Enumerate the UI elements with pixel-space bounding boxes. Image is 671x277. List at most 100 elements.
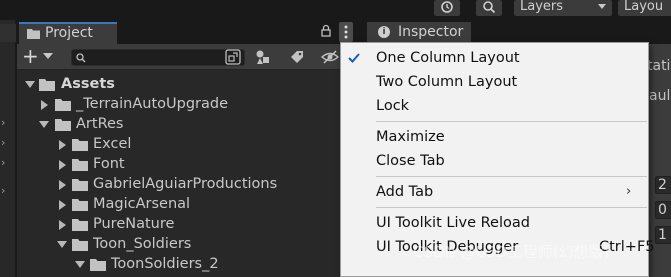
tab-project[interactable]: Project bbox=[19, 22, 117, 44]
menu-separator bbox=[376, 121, 647, 122]
tree-row-gabrielaguiarproductions[interactable]: GabrielAguiarProductions bbox=[17, 175, 351, 195]
menu-item-label: Two Column Layout bbox=[376, 74, 518, 90]
project-tree: Assets _TerrainAutoUpgrade ArtRes Excel … bbox=[17, 71, 351, 277]
layout-dropdown[interactable]: Layou bbox=[618, 0, 671, 16]
layers-label: Layers bbox=[520, 0, 564, 14]
hierarchy-tab-stub[interactable] bbox=[0, 24, 16, 42]
menu-item-label: Close Tab bbox=[376, 153, 445, 169]
kebab-icon bbox=[344, 25, 348, 39]
folder-icon bbox=[72, 179, 88, 191]
chevron-down-icon bbox=[598, 4, 606, 9]
chevron-right-icon[interactable]: › bbox=[1, 156, 5, 169]
info-icon: i bbox=[378, 26, 390, 38]
chevron-right-icon[interactable]: › bbox=[1, 136, 5, 149]
menu-item-label: UI Toolkit Live Reload bbox=[376, 215, 530, 231]
tree-item-label: ArtRes bbox=[76, 116, 124, 132]
menu-item-add-tab[interactable]: Add Tab › bbox=[341, 180, 648, 204]
menu-item-maximize[interactable]: Maximize bbox=[341, 125, 648, 149]
expand-arrow-icon[interactable] bbox=[59, 180, 66, 190]
folder-icon bbox=[72, 219, 88, 231]
tree-item-label: GabrielAguiarProductions bbox=[93, 176, 278, 192]
tab-inspector[interactable]: i Inspector bbox=[367, 22, 471, 44]
visibility-hidden-icon[interactable] bbox=[321, 49, 339, 65]
menu-item-label: Maximize bbox=[376, 129, 445, 145]
inspector-field[interactable]: 2 bbox=[655, 176, 671, 194]
folder-icon bbox=[72, 159, 88, 171]
menu-item-label: One Column Layout bbox=[376, 50, 520, 66]
tree-item-label: PureNature bbox=[93, 216, 175, 232]
expand-arrow-icon[interactable] bbox=[59, 160, 66, 170]
kebab-menu-button[interactable] bbox=[339, 22, 353, 42]
folder-icon bbox=[27, 29, 40, 39]
expand-arrow-icon[interactable] bbox=[59, 220, 66, 230]
tree-item-label: ToonSoldiers_2 bbox=[111, 256, 219, 272]
folder-icon bbox=[72, 199, 88, 211]
inspector-tab-row: i Inspector bbox=[363, 20, 671, 44]
project-toolbar: + bbox=[17, 44, 351, 70]
menu-separator bbox=[376, 207, 647, 208]
expand-arrow-icon[interactable] bbox=[75, 261, 85, 268]
expand-arrow-icon[interactable] bbox=[39, 121, 49, 128]
tree-row-toonsoldiers-2[interactable]: ToonSoldiers_2 bbox=[17, 255, 351, 275]
folder-icon bbox=[55, 119, 71, 131]
search-icon bbox=[76, 53, 86, 63]
tree-item-label: Font bbox=[93, 156, 125, 172]
checkmark-icon bbox=[348, 53, 360, 63]
search-input[interactable] bbox=[90, 50, 230, 65]
chevron-right-icon[interactable]: › bbox=[1, 116, 5, 129]
project-panel: Project + Assets _TerrainAutoUpgrade Art… bbox=[17, 20, 353, 277]
inspector-text-fragment: tati bbox=[647, 58, 671, 74]
menu-item-ui-toolkit-live-reload[interactable]: UI Toolkit Live Reload bbox=[341, 211, 648, 235]
tree-item-label: Excel bbox=[93, 136, 132, 152]
menu-item-close-tab[interactable]: Close Tab bbox=[341, 149, 648, 173]
menu-item-one-column-layout[interactable]: One Column Layout bbox=[341, 46, 648, 70]
project-tab-label: Project bbox=[45, 25, 93, 41]
chevron-down-icon[interactable] bbox=[43, 53, 53, 59]
tree-item-label: MagicArsenal bbox=[93, 196, 191, 212]
search-button[interactable] bbox=[476, 0, 502, 16]
expand-arrow-icon[interactable] bbox=[57, 241, 67, 248]
tree-row-artres[interactable]: ArtRes bbox=[17, 115, 351, 135]
expand-arrow-icon[interactable] bbox=[25, 81, 35, 88]
layers-dropdown[interactable]: Layers bbox=[514, 0, 612, 16]
history-icon bbox=[441, 1, 453, 13]
expand-arrow-icon[interactable] bbox=[41, 100, 48, 110]
tree-row-magicarsenal[interactable]: MagicArsenal bbox=[17, 195, 351, 215]
inspector-field[interactable]: 0 bbox=[655, 201, 671, 219]
watermark-text: CSDN @U3D工程师(幻想版) bbox=[413, 243, 610, 261]
expand-arrow-icon[interactable] bbox=[59, 200, 66, 210]
search-by-type-icon[interactable] bbox=[225, 49, 241, 65]
menu-item-two-column-layout[interactable]: Two Column Layout bbox=[341, 70, 648, 94]
folder-icon bbox=[39, 79, 55, 91]
menu-item-label: Lock bbox=[376, 98, 410, 114]
folder-icon bbox=[72, 239, 88, 251]
label-tag-icon[interactable] bbox=[289, 49, 305, 65]
filter-by-type-icon[interactable] bbox=[255, 49, 271, 65]
tree-item-label: _TerrainAutoUpgrade bbox=[76, 96, 228, 112]
search-icon bbox=[483, 1, 496, 14]
tree-row-font[interactable]: Font bbox=[17, 155, 351, 175]
top-toolbar: Layers Layou bbox=[0, 0, 671, 20]
menu-separator bbox=[376, 176, 647, 177]
project-tab-row: Project bbox=[17, 20, 353, 44]
inspector-field[interactable]: 1 bbox=[655, 226, 671, 244]
chevron-right-icon: › bbox=[626, 184, 632, 199]
tree-item-label: Toon_Soldiers bbox=[93, 236, 192, 252]
plus-icon[interactable]: + bbox=[22, 46, 39, 66]
tree-row-purenature[interactable]: PureNature bbox=[17, 215, 351, 235]
history-button[interactable] bbox=[434, 0, 460, 16]
folder-icon bbox=[55, 99, 71, 111]
project-search-field[interactable] bbox=[71, 49, 245, 66]
tree-row-excel[interactable]: Excel bbox=[17, 135, 351, 155]
inspector-tab-label: Inspector bbox=[398, 24, 464, 40]
menu-item-lock[interactable]: Lock bbox=[341, 94, 648, 118]
tree-row-assets[interactable]: Assets bbox=[17, 75, 351, 95]
menu-item-label: Add Tab bbox=[376, 184, 434, 200]
inspector-text-fragment: aul bbox=[649, 88, 671, 104]
tree-row-toon-soldiers[interactable]: Toon_Soldiers bbox=[17, 235, 351, 255]
tree-row-terrainautoupgrade[interactable]: _TerrainAutoUpgrade bbox=[17, 95, 351, 115]
chevron-right-icon[interactable]: › bbox=[1, 184, 5, 197]
expand-arrow-icon[interactable] bbox=[59, 140, 66, 150]
folder-icon bbox=[72, 139, 88, 151]
lock-icon[interactable] bbox=[320, 24, 332, 38]
